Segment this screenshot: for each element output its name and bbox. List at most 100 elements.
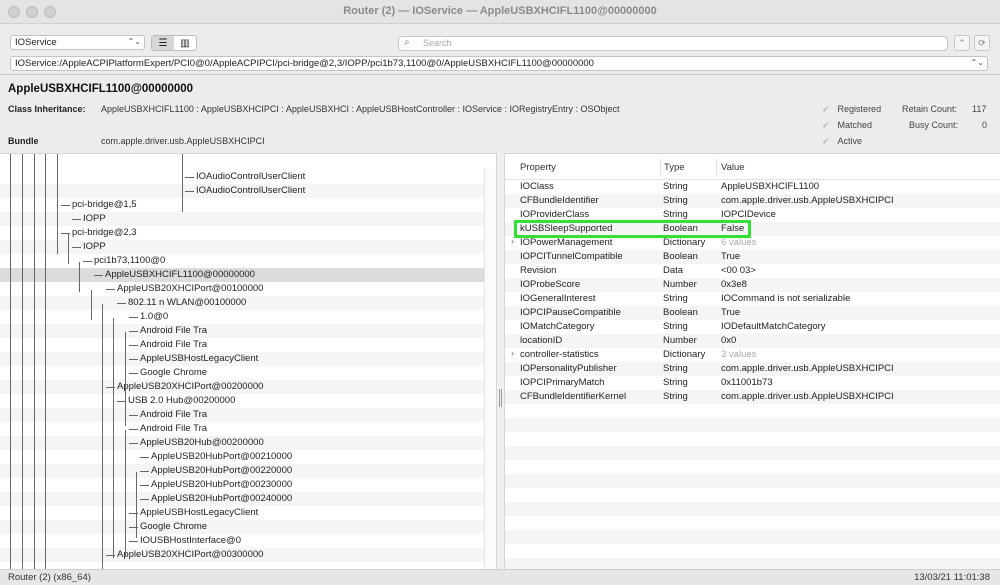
- property-value: 0x3e8: [721, 279, 747, 290]
- tree-row[interactable]: Google Chrome: [0, 366, 484, 380]
- property-row[interactable]: IOGeneralInterest String IOCommand is not …: [505, 292, 1000, 306]
- tree-node-label: IOPP: [83, 241, 106, 252]
- tree-row[interactable]: IOUSBHostInterface@0: [0, 534, 484, 548]
- property-value: <00 03>: [721, 265, 756, 276]
- tree-row[interactable]: IOAudioControlUserClient: [0, 170, 484, 184]
- tree-node-label: IOUSBHostInterface@0: [140, 535, 241, 546]
- tree-scrollbar[interactable]: [484, 168, 495, 569]
- tree-node-label: Android File Tra: [140, 325, 208, 336]
- property-row[interactable]: IOPCIPauseCompatible Boolean True: [505, 306, 1000, 320]
- property-name: IOPCIPrimaryMatch: [520, 377, 605, 388]
- tree-row[interactable]: AppleUSBHostLegacyClient: [0, 352, 484, 366]
- registry-tree[interactable]: IOAudioControlUserClient IOAudioControlUs…: [0, 153, 496, 569]
- property-row[interactable]: IOClass String AppleUSBXHCIFL1100: [505, 180, 1000, 194]
- tree-row[interactable]: AppleUSB20XHCIPort@00200000: [0, 380, 484, 394]
- refresh-button[interactable]: ⟳: [974, 35, 990, 51]
- toolbar: IOService ⌃⌄ ☰ ▥ ⌕ Search ⌃ ⟳ IOService:…: [0, 25, 1000, 75]
- tree-row[interactable]: AppleUSB20HubPort@00220000: [0, 464, 484, 478]
- property-value: com.apple.driver.usb.AppleUSBXHCIPCI: [721, 195, 894, 206]
- tree-row[interactable]: USB 2.0 Hub@00200000: [0, 394, 484, 408]
- status-bar: Router (2) (x86_64) 13/03/21 11:01:38: [0, 569, 1000, 585]
- property-row[interactable]: CFBundleIdentifier String com.apple.driver…: [505, 194, 1000, 208]
- tree-row[interactable]: Android File Tra: [0, 422, 484, 436]
- tree-connector: [61, 205, 70, 206]
- tree-row[interactable]: 1.0@0: [0, 310, 484, 324]
- property-row[interactable]: locationID Number 0x0: [505, 334, 1000, 348]
- ioregistry-window: Router (2) — IOService — AppleUSBXHCIFL1…: [0, 0, 1000, 585]
- column-header-value[interactable]: Value: [721, 162, 745, 173]
- tree-row[interactable]: pci-bridge@1,5: [0, 198, 484, 212]
- bundle-value: com.apple.driver.usb.AppleUSBXHCIPCI: [101, 136, 265, 146]
- status-timestamp: 13/03/21 11:01:38: [914, 572, 990, 583]
- registered-label: Registered: [837, 104, 882, 114]
- tree-row[interactable]: AppleUSB20Hub@00200000: [0, 436, 484, 450]
- property-value: True: [721, 307, 741, 318]
- tree-row[interactable]: IOPP: [0, 212, 484, 226]
- property-name: Revision: [520, 265, 557, 276]
- property-row[interactable]: IOProbeScore Number 0x3e8: [505, 278, 1000, 292]
- property-type: Number: [663, 279, 697, 290]
- column-view-icon[interactable]: ▥: [174, 36, 196, 50]
- property-name: IOGeneralInterest: [520, 293, 596, 304]
- empty-row: [505, 432, 1000, 446]
- search-options-button[interactable]: ⌃: [954, 35, 970, 51]
- tree-row[interactable]: pci-bridge@2,3: [0, 226, 484, 240]
- property-type: String: [663, 195, 688, 206]
- tree-row[interactable]: pci1b73,1100@0: [0, 254, 484, 268]
- tree-row[interactable]: Android File Tra: [0, 324, 484, 338]
- tree-row[interactable]: AppleUSBXHCIFL1100@00000000: [0, 268, 484, 282]
- tree-row[interactable]: 802.11 n WLAN@00100000: [0, 296, 484, 310]
- property-type: String: [663, 181, 688, 192]
- tree-guide-line: [34, 154, 35, 569]
- tree-node-label: 1.0@0: [140, 311, 169, 322]
- tree-row[interactable]: AppleUSB20XHCIPort@00100000: [0, 282, 484, 296]
- tree-row[interactable]: Android File Tra: [0, 338, 484, 352]
- tree-row[interactable]: Google Chrome: [0, 520, 484, 534]
- tree-row[interactable]: AppleUSB20XHCIPort@00300000: [0, 548, 484, 562]
- property-row[interactable]: IOMatchCategory String IODefaultMatchCateg…: [505, 320, 1000, 334]
- updown-chevron-icon: ⌃⌄: [127, 37, 141, 46]
- property-row[interactable]: Revision Data <00 03>: [505, 264, 1000, 278]
- tree-node-label: AppleUSB20XHCIPort@00200000: [117, 381, 264, 392]
- tree-connector: [83, 261, 92, 262]
- property-row[interactable]: › IOPowerManagement Dictionary 6 values: [505, 236, 1000, 250]
- property-type: Number: [663, 335, 697, 346]
- property-row[interactable]: CFBundleIdentifierKernel String com.apple.…: [505, 390, 1000, 404]
- path-select[interactable]: IOService:/AppleACPIPlatformExpert/PCI0@…: [10, 56, 988, 71]
- property-row[interactable]: IOPersonalityPublisher String com.apple.dr…: [505, 362, 1000, 376]
- tree-guide-line: [91, 290, 92, 320]
- search-input[interactable]: ⌕ Search: [398, 36, 948, 51]
- tree-guide-line: [45, 154, 46, 569]
- tree-node-label: Android File Tra: [140, 423, 208, 434]
- drag-handle-icon: [499, 389, 502, 407]
- tree-row[interactable]: IOAudioControlUserClient: [0, 184, 484, 198]
- empty-row: [505, 418, 1000, 432]
- tree-row[interactable]: AppleUSB20HubPort@00240000: [0, 492, 484, 506]
- tree-row[interactable]: Android File Tra: [0, 408, 484, 422]
- busy-count-value: 0: [982, 120, 988, 130]
- property-value: 3 values: [721, 349, 757, 360]
- split-divider[interactable]: [496, 153, 505, 569]
- column-header-type[interactable]: Type: [664, 162, 685, 173]
- property-type: String: [663, 209, 688, 220]
- property-row[interactable]: IOPCIPrimaryMatch String 0x11001b73: [505, 376, 1000, 390]
- empty-row: [505, 460, 1000, 474]
- tree-row[interactable]: AppleUSB20HubPort@00230000: [0, 478, 484, 492]
- property-type: String: [663, 377, 688, 388]
- tree-node-label: AppleUSBHostLegacyClient: [140, 353, 259, 364]
- column-header-property[interactable]: Property: [520, 162, 556, 173]
- property-name: IOProbeScore: [520, 279, 581, 290]
- plane-select[interactable]: IOService ⌃⌄: [10, 35, 145, 50]
- tree-row[interactable]: AppleUSBHostLegacyClient: [0, 506, 484, 520]
- properties-header: Property Type Value: [505, 154, 1000, 180]
- tree-row[interactable]: AppleUSB20HubPort@00210000: [0, 450, 484, 464]
- tree-connector: [185, 177, 194, 178]
- tree-connector: [140, 457, 149, 458]
- property-row[interactable]: IOPCITunnelCompatible Boolean True: [505, 250, 1000, 264]
- matched-flag: ✓ Matched: [822, 120, 872, 131]
- property-row[interactable]: › controller-statistics Dictionary 3 values: [505, 348, 1000, 362]
- disclosure-chevron-icon[interactable]: ›: [511, 348, 514, 358]
- tree-row[interactable]: IOPP: [0, 240, 484, 254]
- list-view-icon[interactable]: ☰: [152, 36, 174, 50]
- tree-guide-line: [68, 234, 69, 264]
